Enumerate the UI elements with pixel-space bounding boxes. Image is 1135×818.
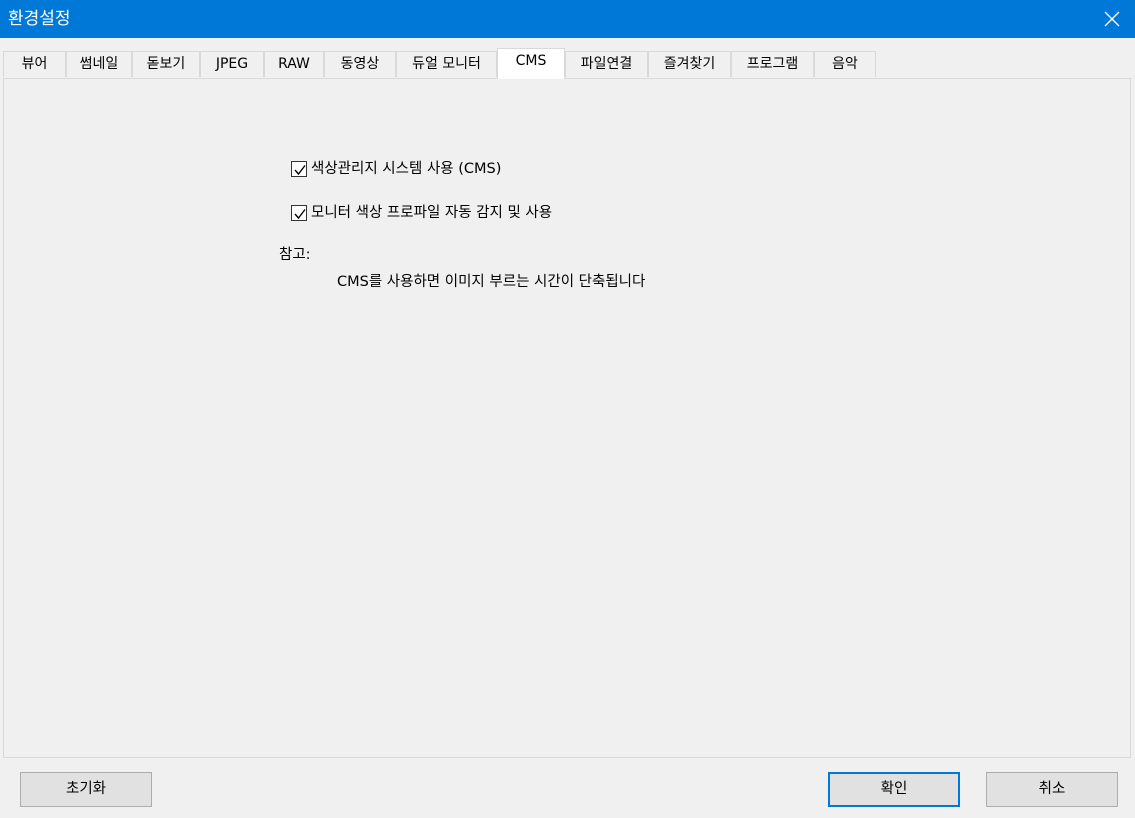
auto-profile-label: 모니터 색상 프로파일 자동 감지 및 사용 xyxy=(311,205,553,221)
cancel-button[interactable]: 취소 xyxy=(986,772,1118,807)
close-icon xyxy=(1104,11,1120,27)
tab-file-association[interactable]: 파일연결 xyxy=(565,51,648,77)
tab-video[interactable]: 동영상 xyxy=(324,51,396,77)
tab-raw[interactable]: RAW xyxy=(264,51,324,77)
ok-button[interactable]: 확인 xyxy=(828,772,960,807)
note-heading: 참고: xyxy=(279,247,311,263)
tab-thumbnail[interactable]: 썸네일 xyxy=(66,51,132,77)
tab-viewer[interactable]: 뷰어 xyxy=(3,51,66,77)
tab-music[interactable]: 음악 xyxy=(814,51,876,77)
reset-button[interactable]: 초기화 xyxy=(20,772,152,807)
tab-jpeg[interactable]: JPEG xyxy=(200,51,264,77)
window-title: 환경설정 xyxy=(8,9,71,29)
checkbox-checked-icon xyxy=(291,205,307,221)
tab-cms[interactable]: CMS xyxy=(497,48,565,79)
tab-magnifier[interactable]: 돋보기 xyxy=(132,51,200,77)
use-cms-checkbox[interactable]: 색상관리지 시스템 사용 (CMS) xyxy=(291,159,501,179)
tab-program[interactable]: 프로그램 xyxy=(731,51,814,77)
tab-strip: 뷰어 썸네일 돋보기 JPEG RAW 동영상 듀얼 모니터 CMS 파일연결 … xyxy=(0,38,1135,79)
auto-profile-checkbox[interactable]: 모니터 색상 프로파일 자동 감지 및 사용 xyxy=(291,203,552,223)
title-bar: 환경설정 xyxy=(0,0,1135,38)
note-text: CMS를 사용하면 이미지 부르는 시간이 단축됩니다 xyxy=(337,274,646,290)
tab-dual-monitor[interactable]: 듀얼 모니터 xyxy=(396,51,497,77)
use-cms-label: 색상관리지 시스템 사용 (CMS) xyxy=(311,161,502,177)
checkbox-checked-icon xyxy=(291,161,307,177)
tab-favorites[interactable]: 즐겨찾기 xyxy=(648,51,731,77)
cms-settings-panel: 색상관리지 시스템 사용 (CMS) 모니터 색상 프로파일 자동 감지 및 사… xyxy=(3,78,1131,758)
close-button[interactable] xyxy=(1089,0,1135,38)
